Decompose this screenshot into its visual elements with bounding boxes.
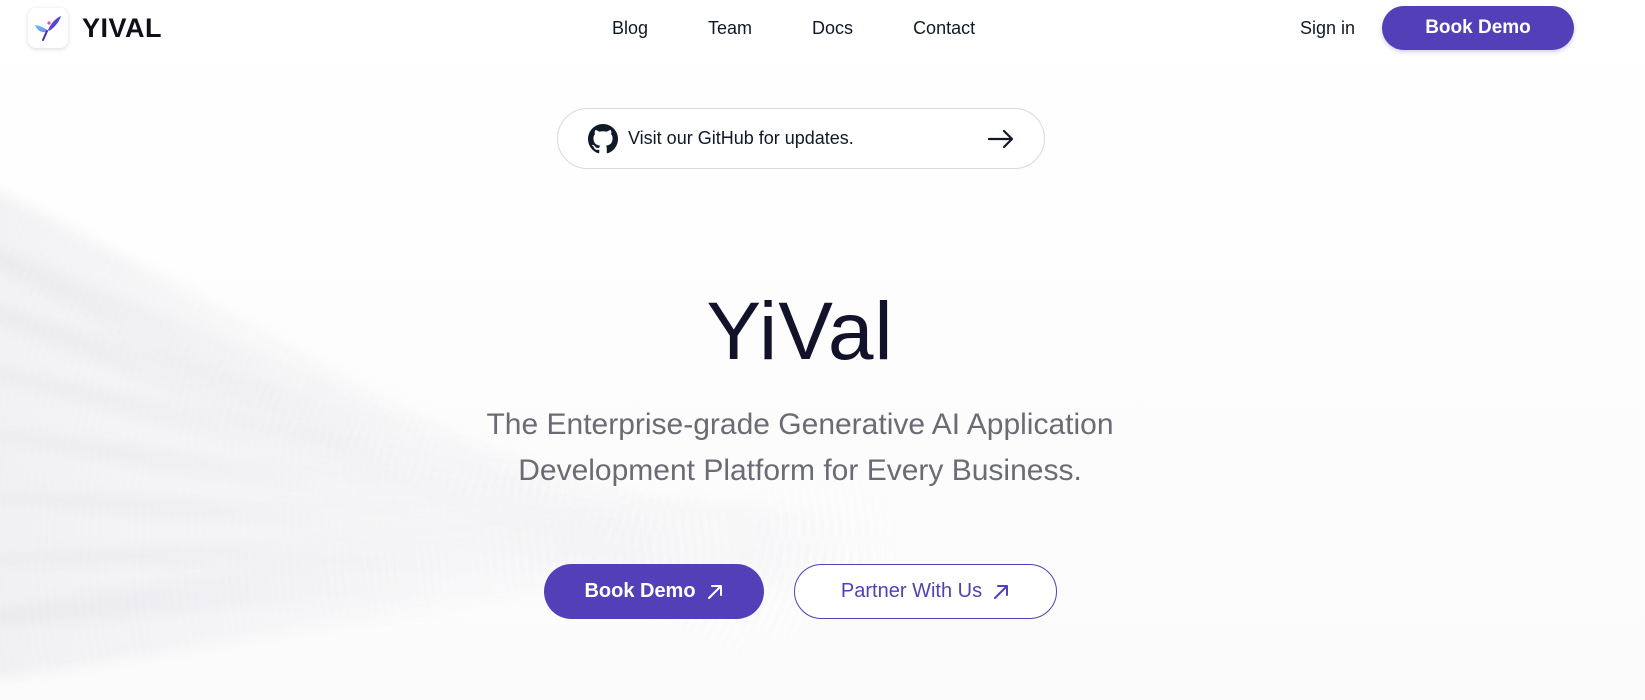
site-header: YIVAL Blog Team Docs Contact Sign in Boo… bbox=[0, 0, 1645, 56]
hero-book-demo-label: Book Demo bbox=[584, 580, 696, 602]
hero-subtitle-line-1: The Enterprise-grade Generative AI Appli… bbox=[486, 408, 1114, 441]
nav-link-team[interactable]: Team bbox=[708, 17, 752, 39]
arrow-up-right-icon bbox=[992, 583, 1010, 601]
partner-with-us-label: Partner With Us bbox=[840, 580, 983, 602]
nav-link-docs[interactable]: Docs bbox=[812, 17, 853, 39]
arrow-up-right-icon bbox=[706, 583, 724, 601]
hero-title: YiVal bbox=[706, 286, 894, 377]
nav-link-contact[interactable]: Contact bbox=[913, 17, 975, 39]
header-book-demo-button[interactable]: Book Demo bbox=[1382, 6, 1574, 50]
hero-subtitle-line-2: Development Platform for Every Business. bbox=[518, 454, 1082, 487]
logo-link[interactable]: YIVAL bbox=[28, 8, 162, 48]
logo-mark bbox=[28, 8, 68, 48]
arrow-right-icon bbox=[986, 125, 1016, 153]
bird-logo-icon bbox=[35, 16, 61, 41]
partner-with-us-button[interactable]: Partner With Us bbox=[794, 564, 1057, 619]
github-announcement-text: Visit our GitHub for updates. bbox=[628, 128, 854, 148]
main-nav: Blog Team Docs Contact bbox=[612, 17, 1035, 39]
github-icon bbox=[588, 123, 618, 154]
hero-book-demo-button[interactable]: Book Demo bbox=[544, 564, 764, 619]
github-announcement-link[interactable]: Visit our GitHub for updates. bbox=[557, 108, 1045, 169]
landing-page: YIVAL Blog Team Docs Contact Sign in Boo… bbox=[0, 0, 1645, 700]
hero-subtitle: The Enterprise-grade Generative AI Appli… bbox=[400, 402, 1200, 494]
sign-in-link[interactable]: Sign in bbox=[1300, 17, 1355, 39]
nav-link-blog[interactable]: Blog bbox=[612, 17, 648, 39]
logo-text: YIVAL bbox=[82, 12, 163, 43]
